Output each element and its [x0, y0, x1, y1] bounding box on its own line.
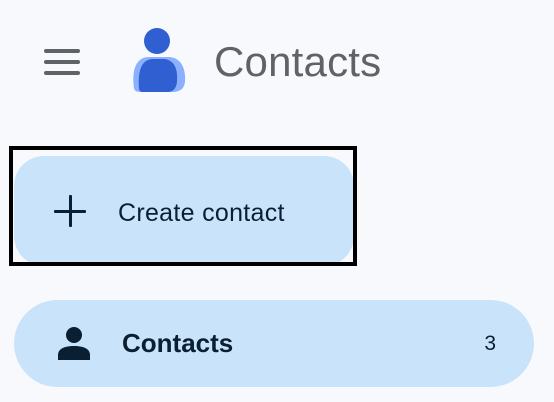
- sidebar-item-contacts[interactable]: Contacts 3: [14, 300, 534, 387]
- main-menu-button[interactable]: [36, 40, 88, 84]
- contacts-logo-icon: [128, 26, 188, 94]
- contacts-count-badge: 3: [484, 332, 496, 355]
- app-title: Contacts: [214, 38, 382, 85]
- focus-highlight-box: [9, 146, 357, 266]
- app-header: Contacts: [0, 0, 554, 125]
- person-icon: [56, 326, 92, 362]
- sidebar-item-label: Contacts: [122, 328, 234, 358]
